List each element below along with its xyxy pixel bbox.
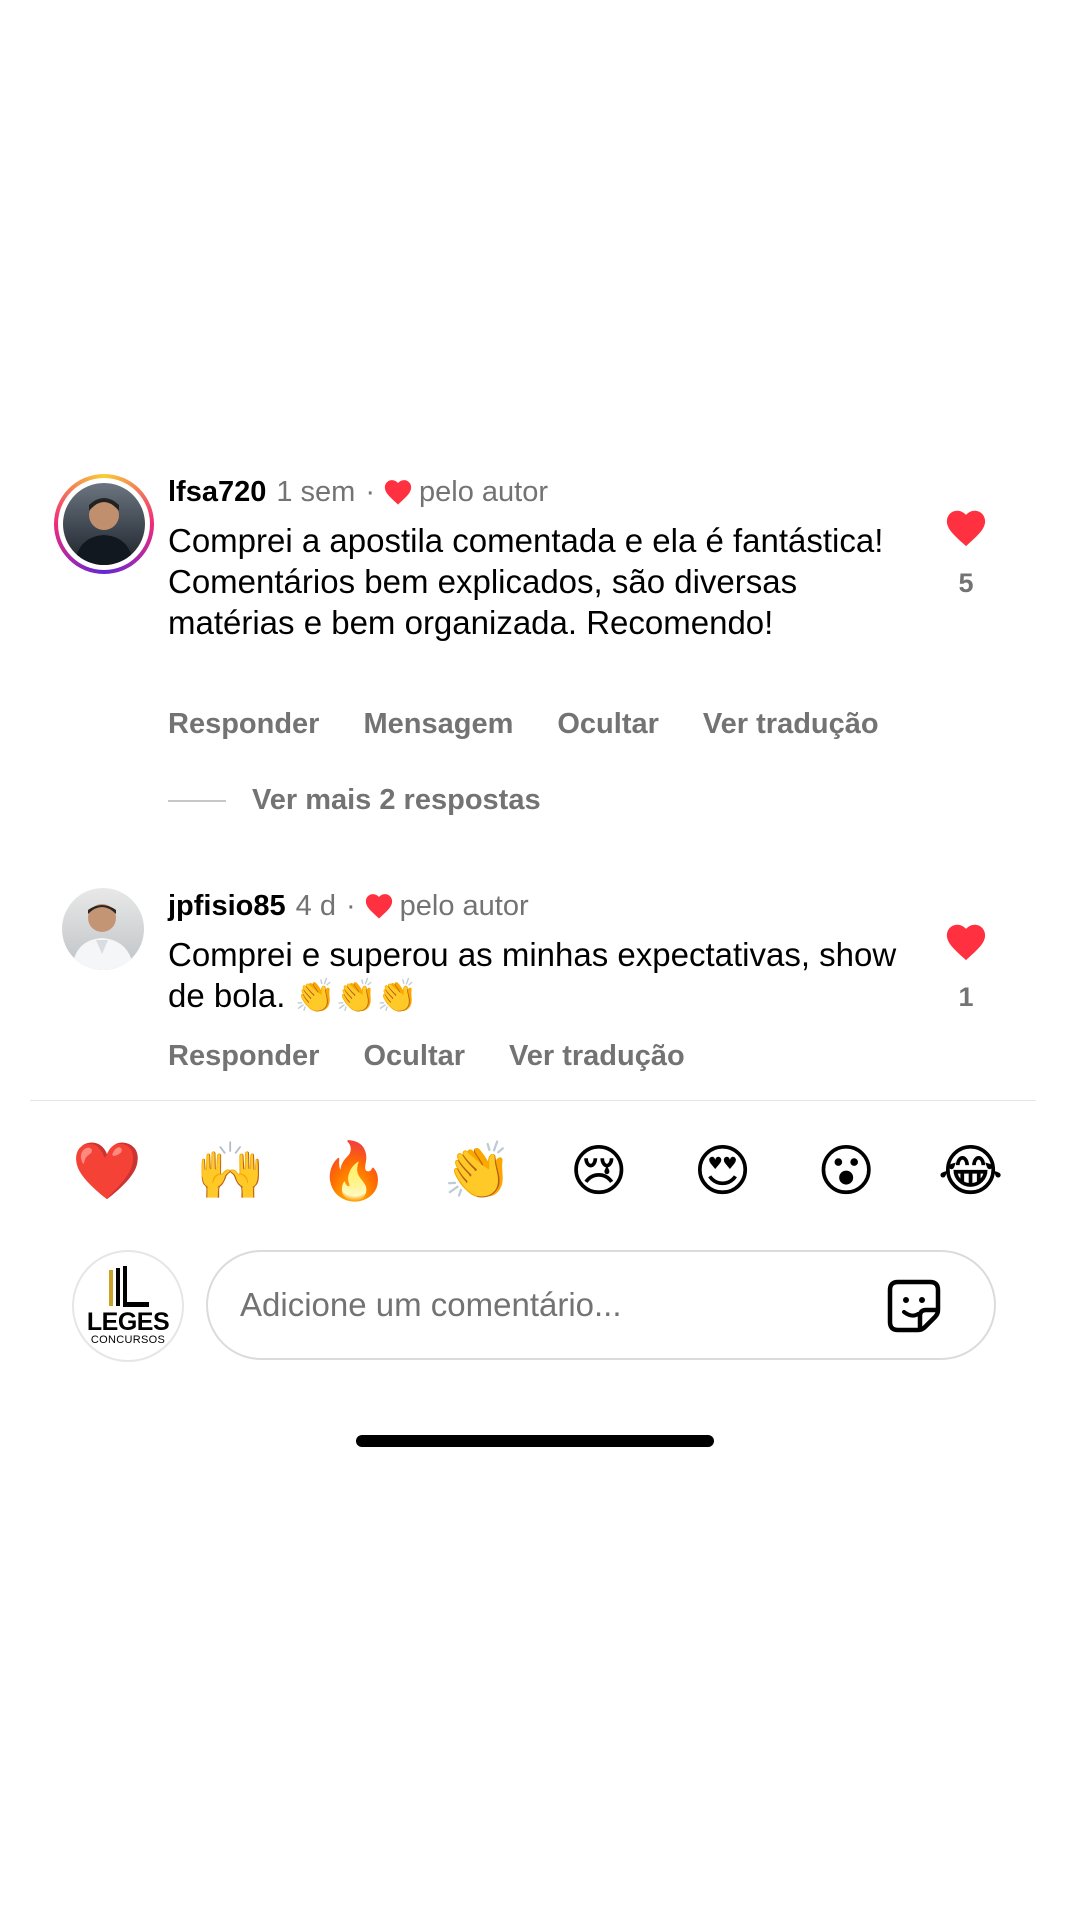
- divider: [30, 1100, 1036, 1101]
- liked-by-label: pelo autor: [419, 476, 549, 508]
- comment-time: 1 sem: [276, 476, 356, 508]
- comment-time: 4 d: [295, 890, 336, 922]
- like-column: 5: [942, 508, 990, 599]
- message-button[interactable]: Mensagem: [363, 708, 513, 741]
- view-more-replies-label: Ver mais 2 respostas: [252, 784, 541, 816]
- hide-button[interactable]: Ocultar: [363, 1040, 465, 1073]
- comment-meta: jpfisio85 4 d · pelo autor: [168, 888, 529, 924]
- brand-name: LEGES: [86, 1308, 170, 1336]
- separator: ·: [345, 890, 356, 922]
- emoji-crying-face[interactable]: 😢: [567, 1140, 631, 1204]
- comment-actions: Responder Mensagem Ocultar Ver tradução: [168, 708, 879, 741]
- home-indicator[interactable]: [356, 1435, 714, 1447]
- like-column: 1: [942, 922, 990, 1013]
- username[interactable]: jpfisio85: [168, 888, 286, 924]
- see-translation-button[interactable]: Ver tradução: [703, 708, 879, 741]
- comment-text: Comprei a apostila comentada e ela é fan…: [168, 522, 884, 641]
- emoji-heart[interactable]: ❤️: [72, 1140, 142, 1204]
- emoji-fire[interactable]: 🔥: [319, 1140, 389, 1204]
- like-count: 5: [958, 568, 974, 598]
- hide-button[interactable]: Ocultar: [557, 708, 659, 741]
- avatar[interactable]: [62, 888, 144, 970]
- comment-meta: lfsa720 1 sem · pelo autor: [168, 474, 548, 510]
- sticker-icon[interactable]: [884, 1276, 944, 1336]
- separator: ·: [365, 476, 376, 508]
- view-more-replies[interactable]: Ver mais 2 respostas: [168, 784, 541, 817]
- replies-line: [168, 799, 226, 802]
- comment-actions: Responder Ocultar Ver tradução: [168, 1040, 685, 1073]
- leges-logo-mark: [109, 1266, 149, 1307]
- liked-by-label: pelo autor: [399, 890, 529, 922]
- comment-input-placeholder: Adicione um comentário...: [240, 1286, 622, 1323]
- emoji-tears-of-joy[interactable]: 😂: [938, 1140, 1003, 1204]
- emoji-surprised-face[interactable]: 😮: [814, 1140, 878, 1204]
- like-count: 1: [958, 982, 974, 1012]
- avatar-photo: [72, 904, 134, 970]
- like-heart-icon[interactable]: [944, 922, 988, 962]
- username[interactable]: lfsa720: [168, 474, 266, 510]
- avatar-photo: [75, 498, 133, 565]
- liked-by-author-heart-icon: [384, 480, 412, 505]
- comment-text: Comprei e superou as minhas expectativas…: [168, 936, 897, 1014]
- story-ring[interactable]: [54, 474, 154, 574]
- emoji-quick-bar: ❤️ 🙌 🔥 👏 😢 😍 😮 😂: [72, 1140, 1003, 1204]
- comment-input[interactable]: Adicione um comentário...: [206, 1250, 996, 1360]
- emoji-heart-eyes[interactable]: 😍: [691, 1140, 755, 1204]
- see-translation-button[interactable]: Ver tradução: [509, 1040, 685, 1073]
- like-heart-icon[interactable]: [944, 508, 988, 548]
- avatar: [63, 483, 145, 565]
- liked-by-author-heart-icon: [365, 894, 392, 919]
- emoji-raised-hands[interactable]: 🙌: [196, 1140, 266, 1204]
- reply-button[interactable]: Responder: [168, 708, 319, 741]
- emoji-clapping-hands[interactable]: 👏: [443, 1140, 513, 1204]
- brand-sub: CONCURSOS: [90, 1334, 166, 1346]
- current-user-avatar: LEGES CONCURSOS: [72, 1250, 184, 1362]
- reply-button[interactable]: Responder: [168, 1040, 319, 1073]
